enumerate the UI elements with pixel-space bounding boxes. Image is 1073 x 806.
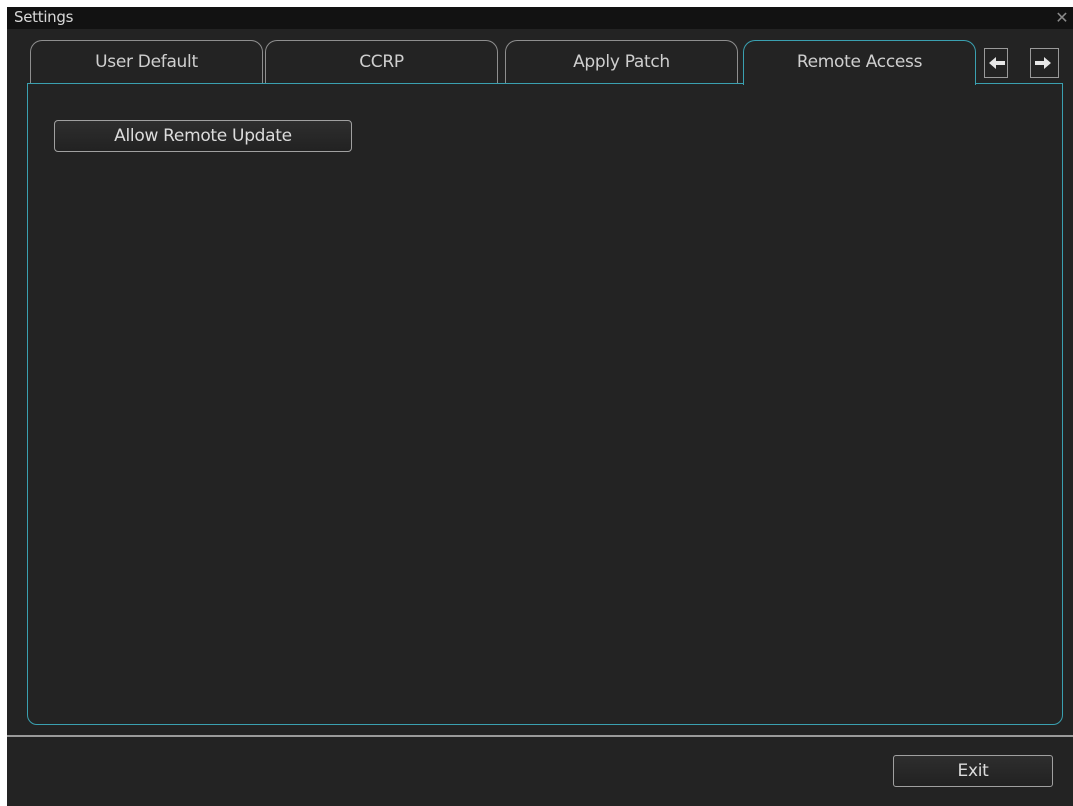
tab-label: CCRP — [359, 52, 404, 72]
exit-button[interactable]: Exit — [893, 755, 1053, 787]
arrow-right-icon — [1035, 57, 1051, 69]
tab-user-default[interactable]: User Default — [30, 40, 263, 84]
close-icon[interactable]: ✕ — [1051, 7, 1073, 29]
allow-remote-update-button[interactable]: Allow Remote Update — [54, 120, 352, 152]
footer-divider — [7, 735, 1073, 737]
tab-scroll-right-button[interactable] — [1030, 48, 1059, 78]
tab-ccrp[interactable]: CCRP — [265, 40, 498, 84]
tab-label: Apply Patch — [573, 52, 670, 72]
tab-label: User Default — [95, 52, 198, 72]
tab-remote-access[interactable]: Remote Access — [743, 40, 976, 85]
tab-apply-patch[interactable]: Apply Patch — [505, 40, 738, 84]
tab-scroll-left-button[interactable] — [984, 48, 1008, 78]
tab-label: Remote Access — [796, 52, 923, 72]
arrow-left-icon — [989, 57, 1005, 69]
window-title: Settings — [14, 8, 74, 26]
remote-access-panel — [27, 83, 1063, 725]
title-bar: Settings ✕ — [7, 7, 1073, 29]
